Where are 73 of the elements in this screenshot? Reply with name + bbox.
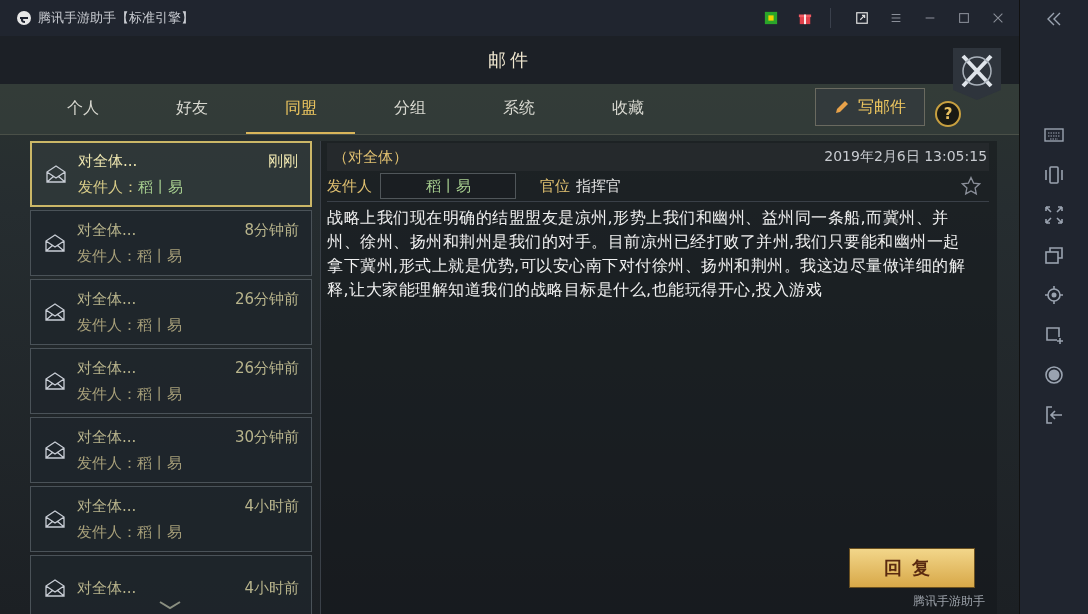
- envelope-icon: [46, 165, 66, 183]
- tab[interactable]: 分组: [355, 84, 464, 134]
- mail-item[interactable]: 对全体... 4小时前 发件人：稻丨易: [30, 486, 312, 552]
- chevron-down-icon[interactable]: [158, 600, 182, 610]
- envelope-icon: [45, 441, 65, 459]
- mail-time: 刚刚: [268, 151, 298, 171]
- sender-label: 发件人：: [77, 315, 137, 335]
- envelope-icon: [45, 510, 65, 528]
- mail-subject: 对全体...: [77, 578, 137, 598]
- rank-label: 官位: [540, 176, 570, 196]
- sender-label: 发件人：: [77, 522, 137, 542]
- mail-item[interactable]: 对全体... 30分钟前 发件人：稻丨易: [30, 417, 312, 483]
- rank-value: 指挥官: [576, 176, 621, 196]
- recipient-label: （对全体）: [333, 147, 408, 167]
- tab[interactable]: 收藏: [573, 84, 682, 134]
- mail-body: 战略上我们现在明确的结盟盟友是凉州,形势上我们和幽州、益州同一条船,而冀州、并州、徐州、扬州和荆州是我们的对手。目前凉州已经打败了并州,我们只要能和幽州一起拿下冀州,形式上就是优势,可以安心南下对付徐州、扬州和荆州。我这边尽量做详细的解释,让大家能理解知道我们的战略目标是什么,也能玩得开心,投入游戏: [327, 207, 967, 301]
- mail-item[interactable]: 对全体... 26分钟前 发件人：稻丨易: [30, 279, 312, 345]
- mail-item[interactable]: 对全体... 26分钟前 发件人：稻丨易: [30, 348, 312, 414]
- record-icon[interactable]: [1044, 365, 1065, 385]
- mail-subject: 对全体...: [77, 220, 137, 240]
- sender-name: 稻丨易: [138, 177, 183, 197]
- sender-label: 发件人：: [78, 177, 138, 197]
- mail-subject: 对全体...: [77, 358, 137, 378]
- sender-name: 稻丨易: [137, 522, 182, 542]
- compose-button[interactable]: 写邮件: [815, 88, 926, 126]
- sender-label: 发件人：: [77, 453, 137, 473]
- help-button[interactable]: ?: [935, 101, 962, 127]
- keyboard-icon[interactable]: [1044, 125, 1065, 145]
- mail-title: 邮件: [487, 48, 532, 72]
- crosshair-icon[interactable]: [1044, 285, 1065, 305]
- overlay-logo-text: 腾讯手游助手: [913, 592, 986, 610]
- tab[interactable]: 同盟: [246, 84, 355, 134]
- star-icon[interactable]: [961, 176, 982, 196]
- mail-time: 30分钟前: [234, 427, 299, 447]
- mail-item[interactable]: 对全体... 刚刚 发件人：稻丨易: [30, 141, 312, 207]
- shake-phone-icon[interactable]: [1044, 165, 1065, 185]
- envelope-icon: [45, 579, 65, 597]
- exit-icon[interactable]: [1044, 405, 1065, 425]
- tab[interactable]: 个人: [28, 84, 137, 134]
- sender-label: 发件人: [327, 176, 372, 196]
- envelope-icon: [45, 372, 65, 390]
- mail-subject: 对全体...: [77, 427, 137, 447]
- reply-button[interactable]: 回复: [849, 548, 976, 588]
- sender-label: 发件人：: [77, 384, 137, 404]
- mail-item[interactable]: 对全体... 4小时前: [30, 555, 312, 614]
- mail-time: 26分钟前: [234, 358, 299, 378]
- multi-window-icon[interactable]: [1044, 245, 1065, 265]
- fullscreen-icon[interactable]: [1044, 205, 1065, 225]
- mail-time: 4小时前: [244, 496, 299, 516]
- chip-icon[interactable]: [764, 11, 779, 25]
- mail-date: 2019年2月6日 13:05:15: [824, 148, 988, 166]
- window-title: 腾讯手游助手【标准引擎】: [38, 9, 194, 27]
- mail-time: 8分钟前: [244, 220, 299, 240]
- sender-name: 稻丨易: [137, 315, 182, 335]
- envelope-icon: [45, 234, 65, 252]
- add-screenshot-icon[interactable]: [1044, 325, 1065, 345]
- sender-name: 稻丨易: [137, 246, 182, 266]
- sender-name: 稻丨易: [137, 453, 182, 473]
- tab[interactable]: 好友: [137, 84, 246, 134]
- sender-label: 发件人：: [77, 246, 137, 266]
- tab[interactable]: 系统: [464, 84, 573, 134]
- mail-subject: 对全体...: [78, 151, 138, 171]
- mail-subject: 对全体...: [77, 496, 137, 516]
- mail-time: 4小时前: [244, 578, 299, 598]
- mail-item[interactable]: 对全体... 8分钟前 发件人：稻丨易: [30, 210, 312, 276]
- maximize-icon[interactable]: [957, 11, 972, 25]
- mail-time: 26分钟前: [234, 289, 299, 309]
- envelope-icon: [45, 303, 65, 321]
- sender-name-field: 稻丨易: [380, 173, 516, 199]
- mail-subject: 对全体...: [77, 289, 137, 309]
- sender-name: 稻丨易: [137, 384, 182, 404]
- pencil-icon: [834, 99, 851, 115]
- popout-icon[interactable]: [855, 11, 870, 25]
